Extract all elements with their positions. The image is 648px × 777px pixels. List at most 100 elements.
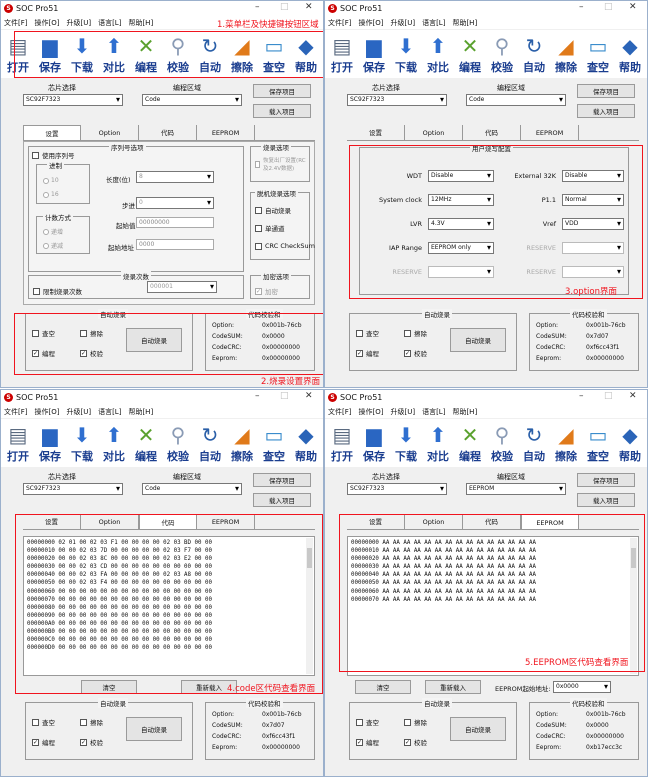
start-addr-input[interactable]: 0000 [136, 239, 214, 250]
save-project-button[interactable]: 保存项目 [577, 473, 635, 487]
toolbar-button-7[interactable]: ◢ 擦除 [226, 30, 258, 78]
start-value-input[interactable]: 00000000 [136, 217, 214, 228]
auto-burn-button[interactable]: 自动烧录 [126, 328, 182, 352]
menu-item-0[interactable]: 文件[F] [4, 407, 28, 417]
menu-item-2[interactable]: 升级[U] [66, 407, 91, 417]
toolbar-button-6[interactable]: ↻ 自动 [194, 30, 226, 78]
close-button[interactable]: ✕ [305, 2, 313, 12]
tab-2[interactable]: 代码 [139, 125, 197, 140]
tab-3[interactable]: EEPROM [521, 514, 579, 529]
tab-2[interactable]: 代码 [463, 514, 521, 529]
chip-select[interactable]: SC92F7323 [23, 483, 123, 495]
single-channel-checkbox[interactable]: 单通道 [255, 223, 285, 233]
toolbar-button-3[interactable]: ⬆ 对比 [98, 419, 130, 467]
toolbar-button-9[interactable]: ◆ 帮助 [290, 419, 322, 467]
chip-select[interactable]: SC92F7323 [23, 94, 123, 106]
maximize-button[interactable]: □ [280, 391, 289, 401]
blank-check-checkbox[interactable]: 查空 [32, 717, 55, 727]
toolbar-button-6[interactable]: ↻ 自动 [194, 419, 226, 467]
blank-check-checkbox[interactable]: 查空 [356, 328, 379, 338]
region-select[interactable]: Code [142, 483, 242, 495]
toolbar-button-0[interactable]: ▤ 打开 [2, 30, 34, 78]
region-select[interactable]: EEPROM [466, 483, 566, 495]
toolbar-button-1[interactable]: ▆ 保存 [358, 419, 390, 467]
program-checkbox[interactable]: ✓ 编程 [32, 348, 55, 358]
program-checkbox[interactable]: ✓ 编程 [356, 737, 379, 747]
program-checkbox[interactable]: ✓ 编程 [32, 737, 55, 747]
auto-burn-button[interactable]: 自动烧录 [126, 717, 182, 741]
option-right-0-select[interactable]: Disable [562, 170, 624, 182]
auto-burn-button[interactable]: 自动烧录 [450, 328, 506, 352]
menu-item-0[interactable]: 文件[F] [328, 18, 352, 28]
erase-checkbox[interactable]: 擦除 [80, 328, 103, 338]
toolbar-button-0[interactable]: ▤ 打开 [326, 30, 358, 78]
toolbar-button-9[interactable]: ◆ 帮助 [290, 30, 322, 78]
save-project-button[interactable]: 保存项目 [253, 84, 311, 98]
tab-3[interactable]: EEPROM [197, 125, 255, 140]
toolbar-button-8[interactable]: ▭ 查空 [582, 419, 614, 467]
verify-checkbox[interactable]: ✓ 校验 [404, 737, 427, 747]
load-project-button[interactable]: 载入项目 [253, 104, 311, 118]
eeprom_lines-hex-view[interactable]: 00000000 AA AA AA AA AA AA AA AA AA AA A… [347, 536, 639, 676]
length-select[interactable]: 8 [136, 171, 214, 183]
close-button[interactable]: ✕ [629, 2, 637, 12]
factory-reset-checkbox[interactable]: 恢复出厂设置(RC 及2.4V数据) [255, 156, 309, 172]
menu-item-3[interactable]: 语言[L] [422, 407, 445, 417]
region-select[interactable]: Code [142, 94, 242, 106]
toolbar-button-4[interactable]: ✕ 编程 [130, 419, 162, 467]
menu-item-1[interactable]: 操作[O] [359, 407, 384, 417]
auto-burn-button[interactable]: 自动烧录 [450, 717, 506, 741]
tab-1[interactable]: Option [81, 125, 139, 140]
toolbar-button-4[interactable]: ✕ 编程 [454, 30, 486, 78]
tab-1[interactable]: Option [81, 514, 139, 529]
minimize-button[interactable]: – [255, 391, 260, 401]
load-project-button[interactable]: 载入项目 [577, 104, 635, 118]
verify-checkbox[interactable]: ✓ 校验 [404, 348, 427, 358]
dec-radio[interactable]: 递减 [43, 241, 63, 250]
erase-checkbox[interactable]: 擦除 [404, 717, 427, 727]
menu-item-0[interactable]: 文件[F] [328, 407, 352, 417]
toolbar-button-7[interactable]: ◢ 擦除 [550, 30, 582, 78]
load-project-button[interactable]: 载入项目 [253, 493, 311, 507]
close-button[interactable]: ✕ [305, 391, 313, 401]
close-button[interactable]: ✕ [629, 391, 637, 401]
reserve-select-left[interactable] [428, 266, 494, 278]
base-16-radio[interactable]: 16 [43, 191, 59, 198]
toolbar-button-4[interactable]: ✕ 编程 [454, 419, 486, 467]
clear-button[interactable]: 清空 [355, 680, 411, 694]
vertical-scrollbar[interactable] [306, 538, 313, 674]
option-clk-select[interactable]: 12MHz [428, 194, 494, 206]
tab-2[interactable]: 代码 [139, 514, 197, 529]
toolbar-button-5[interactable]: ⚲ 校验 [162, 30, 194, 78]
option-lvr-select[interactable]: 4.3V [428, 218, 494, 230]
menu-item-4[interactable]: 帮助[H] [128, 407, 153, 417]
crc-checkbox[interactable]: CRC CheckSum [255, 242, 315, 250]
menu-item-2[interactable]: 升级[U] [390, 407, 415, 417]
menu-item-2[interactable]: 升级[U] [390, 18, 415, 28]
base-10-radio[interactable]: 10 [43, 177, 59, 184]
toolbar-button-2[interactable]: ⬇ 下载 [66, 30, 98, 78]
option-right-3-select[interactable] [562, 242, 624, 254]
toolbar-button-1[interactable]: ▆ 保存 [34, 30, 66, 78]
menu-item-4[interactable]: 帮助[H] [452, 407, 477, 417]
toolbar-button-6[interactable]: ↻ 自动 [518, 419, 550, 467]
chip-select[interactable]: SC92F7323 [347, 94, 447, 106]
toolbar-button-3[interactable]: ⬆ 对比 [422, 30, 454, 78]
toolbar-button-3[interactable]: ⬆ 对比 [422, 419, 454, 467]
count-select[interactable]: 000001 [147, 281, 217, 293]
toolbar-button-5[interactable]: ⚲ 校验 [486, 30, 518, 78]
step-select[interactable]: 0 [136, 197, 214, 209]
toolbar-button-1[interactable]: ▆ 保存 [34, 419, 66, 467]
menu-item-1[interactable]: 操作[O] [35, 407, 60, 417]
save-project-button[interactable]: 保存项目 [577, 84, 635, 98]
save-project-button[interactable]: 保存项目 [253, 473, 311, 487]
minimize-button[interactable]: – [255, 2, 260, 12]
toolbar-button-8[interactable]: ▭ 查空 [258, 419, 290, 467]
toolbar-button-8[interactable]: ▭ 查空 [582, 30, 614, 78]
scrollbar-thumb[interactable] [631, 548, 636, 568]
load-project-button[interactable]: 载入项目 [577, 493, 635, 507]
toolbar-button-7[interactable]: ◢ 擦除 [226, 419, 258, 467]
blank-check-checkbox[interactable]: 查空 [32, 328, 55, 338]
limit-count-checkbox[interactable]: 限制烧录次数 [33, 286, 82, 296]
tab-1[interactable]: Option [405, 125, 463, 140]
